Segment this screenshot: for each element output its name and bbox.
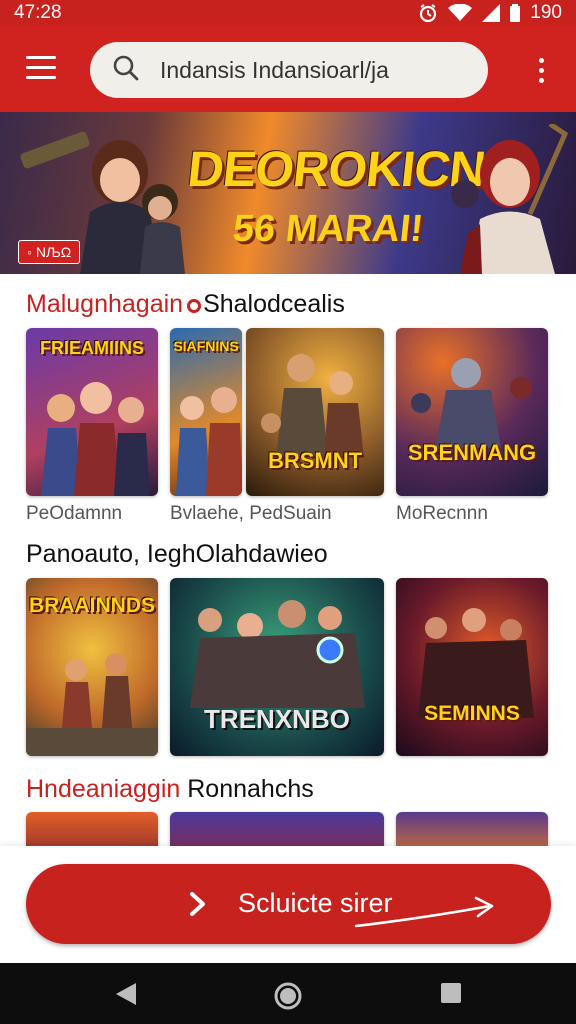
- section-title-3-prefix: Hndeaniaggin: [26, 775, 181, 803]
- game-tile[interactable]: BRSMNT: [246, 328, 384, 496]
- section-title-3: Hndeaniaggin Ronnahchs: [26, 775, 314, 804]
- recents-icon[interactable]: [439, 981, 463, 1005]
- section-title-3-suffix: Ronnahchs: [187, 775, 314, 803]
- status-icons: 190: [418, 2, 562, 24]
- signal-icon: [482, 4, 501, 22]
- status-time: 47:28: [14, 2, 62, 23]
- game-caption: Bvlaehe, PedSuain: [170, 503, 332, 524]
- game-tile[interactable]: SRENMANG: [396, 328, 548, 496]
- game-art: [411, 358, 532, 448]
- banner-title: DEOROKICN: [185, 141, 488, 197]
- game-tile[interactable]: BRAAINNDS: [26, 578, 158, 756]
- system-nav-bar: [0, 963, 576, 1024]
- more-vert-icon[interactable]: [536, 58, 546, 86]
- menu-icon[interactable]: [26, 56, 56, 80]
- game-tile-title: TRENXNBO: [204, 704, 350, 734]
- battery-level: 190: [530, 2, 562, 23]
- game-tile-title: SIAFNINS: [173, 338, 239, 354]
- search-bar[interactable]: [90, 42, 488, 98]
- battery-icon: [510, 4, 521, 22]
- arrow-right-icon: [354, 896, 494, 928]
- game-art: [418, 608, 534, 718]
- game-tile[interactable]: SIAFNINS: [170, 328, 242, 496]
- back-icon[interactable]: [114, 981, 138, 1007]
- wifi-icon: [448, 4, 473, 22]
- game-tile-title: FRIEAMIINS: [39, 338, 144, 358]
- game-tile-title: SEMINNS: [424, 702, 520, 725]
- search-icon[interactable]: [112, 54, 140, 87]
- promo-banner[interactable]: DEOROKICN 56 MARAI! ◦ ΝЉΩ: [0, 112, 576, 274]
- target-icon: [187, 299, 202, 313]
- alarm-icon: [418, 3, 438, 23]
- game-tile-title: BRSMNT: [267, 448, 363, 473]
- banner-hero-right: [451, 124, 569, 274]
- game-tile[interactable]: TRENXNBO: [170, 578, 384, 756]
- search-input[interactable]: [158, 55, 462, 85]
- cta-button[interactable]: Scluicte sirer: [26, 864, 551, 944]
- section-title-2: Panoauto, IeghOlahdawieo: [26, 540, 328, 568]
- game-caption: PeOdamnn: [26, 503, 123, 524]
- game-tile-title: SRENMANG: [407, 440, 537, 465]
- status-bar: 47:28 190: [0, 0, 576, 26]
- section-title-1: Malugnhagain Shalodcealis: [26, 290, 345, 319]
- game-caption: MoRecnnn: [396, 503, 488, 524]
- section-title-1-prefix: Malugnhagain: [26, 290, 184, 318]
- home-icon[interactable]: [273, 981, 303, 1011]
- game-tile-title: BRAAINNDS: [29, 594, 155, 617]
- app-bar: [0, 26, 576, 112]
- section-title-1-suffix: Shalodcealis: [203, 290, 345, 318]
- game-tile[interactable]: SEMINNS: [396, 578, 548, 756]
- game-tile[interactable]: FRIEAMIINS: [26, 328, 158, 496]
- chevron-right-icon: [190, 892, 205, 916]
- banner-subtitle: 56 MARAI!: [230, 208, 426, 250]
- banner-badge: ◦ ΝЉΩ: [18, 240, 81, 264]
